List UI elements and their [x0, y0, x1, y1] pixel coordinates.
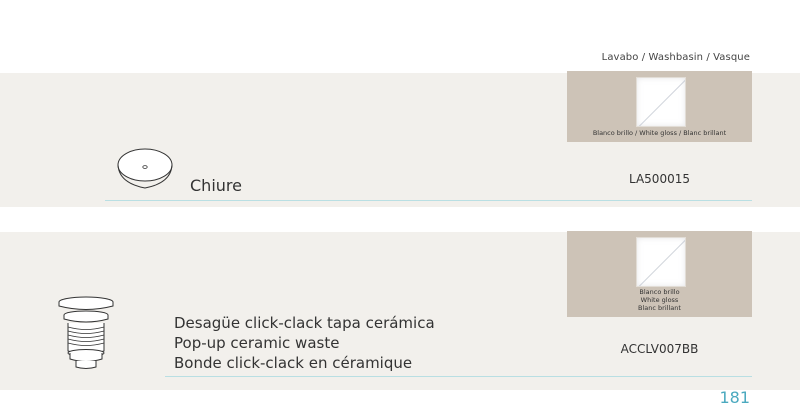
- finish-label: Blanco brillo / White gloss / Blanc bril…: [592, 129, 727, 137]
- popup-waste-icon: [58, 296, 114, 369]
- description-line-fr: Bonde click-clack en céramique: [174, 354, 413, 372]
- divider: [165, 376, 752, 377]
- page-number: 181: [719, 388, 750, 407]
- product-description: Desagüe click-clack tapa cerámica Pop-up…: [174, 313, 435, 373]
- product-code: LA500015: [629, 172, 690, 186]
- product-name: Chiure: [190, 176, 242, 195]
- finish-line: Blanco brillo: [639, 288, 680, 296]
- description-line-en: Pop-up ceramic waste: [174, 334, 340, 352]
- divider: [105, 200, 752, 201]
- product-code: ACCLV007BB: [620, 342, 699, 356]
- white-gloss-swatch: [636, 77, 686, 127]
- finish-label: Blanco brillo White gloss Blanc brillant: [567, 288, 752, 312]
- white-gloss-swatch: [636, 237, 686, 287]
- description-line-es: Desagüe click-clack tapa cerámica: [174, 314, 435, 332]
- finish-line: Blanc brillant: [638, 304, 681, 312]
- oval-washbasin-icon: [117, 148, 173, 189]
- category-label: Lavabo / Washbasin / Vasque: [601, 52, 750, 63]
- finish-line: White gloss: [640, 296, 679, 304]
